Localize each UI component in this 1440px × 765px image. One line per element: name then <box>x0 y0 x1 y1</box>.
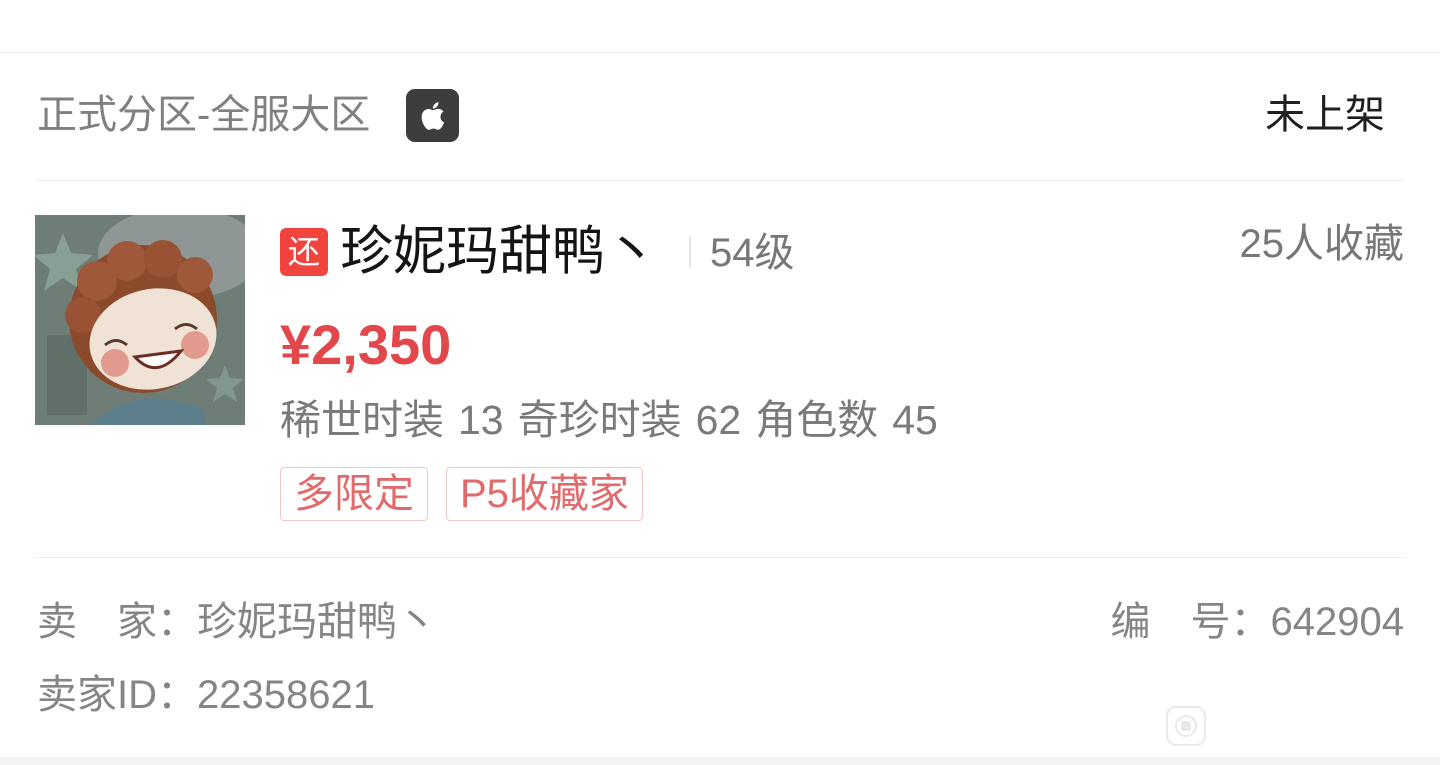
stat-label: 角色数 <box>755 397 879 443</box>
stat-treasure-outfits: 奇珍时装 62 <box>518 394 742 446</box>
seller-label: 卖 家： <box>37 600 197 644</box>
stat-rare-outfits: 稀世时装 13 <box>280 394 504 446</box>
stat-value: 45 <box>892 397 938 443</box>
stat-value: 62 <box>695 397 742 443</box>
tag-list: 多限定 P5收藏家 <box>280 467 643 521</box>
stats-line: 稀世时装 13 奇珍时装 62 角色数 45 <box>280 394 938 446</box>
bottom-band <box>0 757 1440 765</box>
stat-label: 稀世时装 <box>280 397 444 443</box>
page: 正式分区-全服大区 未上架 还 珍妮玛甜鸭丶 54级 25人收藏 ¥2,350 … <box>0 0 1440 765</box>
vertical-divider <box>689 236 691 268</box>
listing-status: 未上架 <box>1265 93 1385 137</box>
seller-id-row: 卖家ID： 22358621 <box>37 669 375 721</box>
avatar <box>35 215 245 425</box>
role-name: 珍妮玛甜鸭丶 <box>340 222 658 281</box>
apple-icon <box>406 89 459 142</box>
listing-card[interactable]: 正式分区-全服大区 未上架 还 珍妮玛甜鸭丶 54级 25人收藏 ¥2,350 … <box>0 53 1440 757</box>
favorite-count: 25人收藏 <box>1239 222 1405 266</box>
stat-label: 奇珍时装 <box>517 397 682 443</box>
server-region: 正式分区-全服大区 <box>37 93 371 137</box>
price: ¥2,350 <box>280 313 452 376</box>
divider <box>35 180 1405 181</box>
seller-row: 卖 家： 珍妮玛甜鸭丶 <box>37 596 437 648</box>
role-level: 54级 <box>710 231 795 275</box>
tag: 多限定 <box>280 467 428 521</box>
tag: P5收藏家 <box>446 467 643 521</box>
divider <box>35 557 1405 558</box>
stat-value: 13 <box>458 397 504 443</box>
return-badge: 还 <box>280 228 328 276</box>
serial-label: 编 号： <box>1110 600 1271 644</box>
serial-row: 编 号： 642904 <box>1111 596 1404 648</box>
stat-character-count: 角色数 45 <box>755 394 938 446</box>
serial-number: 642904 <box>1270 600 1404 644</box>
seller-id-label: 卖家ID： <box>37 673 197 717</box>
seller-id: 22358621 <box>197 673 375 717</box>
seller-name: 珍妮玛甜鸭丶 <box>197 600 437 644</box>
watermark-icon <box>1165 705 1207 747</box>
